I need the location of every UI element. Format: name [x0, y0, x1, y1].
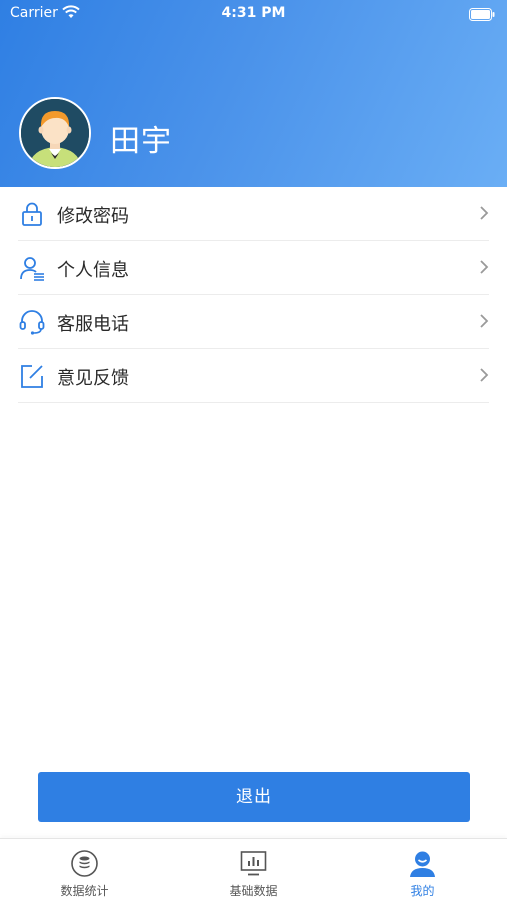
monitor-chart-icon [239, 849, 268, 878]
menu-item-label: 意见反馈 [57, 368, 129, 389]
tab-label: 基础数据 [229, 884, 278, 898]
menu-item-customer-service[interactable]: 客服电话 [18, 295, 489, 349]
menu-item-label: 修改密码 [57, 206, 129, 227]
profile-header: Carrier 4:31 PM 田宇 [0, 0, 507, 187]
avatar[interactable] [19, 97, 91, 169]
menu-item-label: 客服电话 [57, 314, 129, 335]
menu-item-feedback[interactable]: 意见反馈 [18, 349, 489, 403]
database-icon [70, 849, 99, 878]
logout-button[interactable]: 退出 [38, 772, 470, 822]
battery-icon [469, 6, 495, 25]
edit-feedback-icon [18, 362, 46, 390]
user-profile-icon [408, 849, 437, 878]
menu-item-personal-info[interactable]: 个人信息 [18, 241, 489, 295]
chevron-right-icon [479, 367, 489, 383]
headset-icon [18, 308, 46, 336]
settings-menu: 修改密码 个人信息 客服电话 意见反馈 [0, 187, 507, 403]
clock: 4:31 PM [221, 5, 286, 21]
lock-icon [18, 200, 46, 228]
menu-item-change-password[interactable]: 修改密码 [18, 187, 489, 241]
menu-item-label: 个人信息 [57, 260, 129, 281]
tab-data-statistics[interactable]: 数据统计 [0, 839, 169, 901]
status-bar: Carrier 4:31 PM [0, 0, 507, 28]
chevron-right-icon [479, 313, 489, 329]
chevron-right-icon [479, 205, 489, 221]
user-name: 田宇 [110, 124, 172, 159]
person-info-icon [18, 254, 46, 282]
chevron-right-icon [479, 259, 489, 275]
tab-basic-data[interactable]: 基础数据 [169, 839, 338, 901]
tab-mine[interactable]: 我的 [338, 839, 507, 901]
tab-bar: 数据统计 基础数据 我的 [0, 838, 507, 901]
tab-label: 数据统计 [60, 884, 109, 898]
tab-label: 我的 [410, 884, 435, 898]
